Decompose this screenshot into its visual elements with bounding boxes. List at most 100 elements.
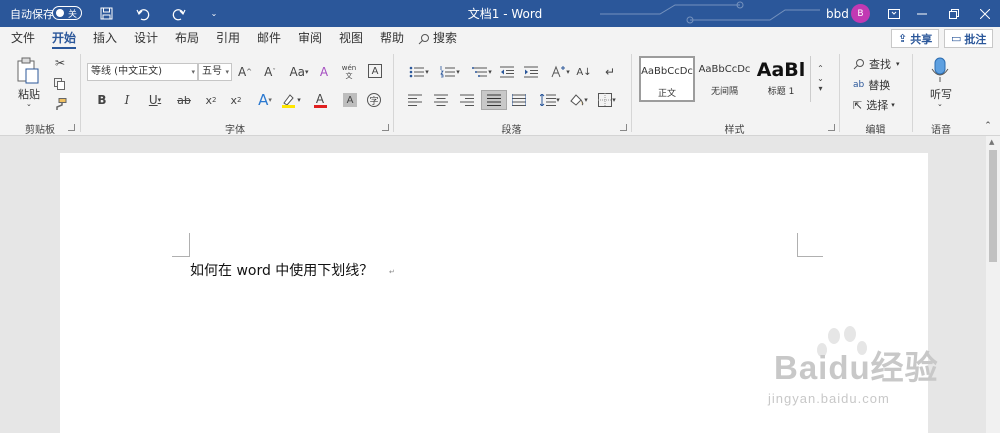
dictate-dropdown-icon[interactable]: ⌄ [937, 100, 943, 108]
replace-icon: ab [853, 80, 865, 90]
scroll-thumb[interactable] [989, 150, 997, 262]
paragraph-launcher-icon[interactable] [620, 124, 627, 131]
minimize-icon[interactable] [914, 0, 930, 27]
strikethrough-icon[interactable]: ab [175, 92, 193, 108]
font-color-icon[interactable]: A [309, 91, 331, 109]
justify-icon[interactable] [481, 90, 507, 110]
select-button[interactable]: ⇱ 选择 ▾ [853, 97, 895, 113]
character-border-icon[interactable]: A [368, 64, 382, 78]
redo-icon[interactable] [171, 0, 187, 27]
shrink-font-icon[interactable]: Aˇ [263, 64, 277, 80]
style-no-spacing[interactable]: AaBbCcDc 无间隔 [697, 56, 752, 102]
align-center-icon[interactable] [434, 92, 448, 108]
style-name: 标题 1 [767, 87, 795, 97]
undo-icon[interactable] [135, 0, 151, 27]
styles-launcher-icon[interactable] [828, 124, 835, 131]
sort-icon[interactable]: A↓ [576, 64, 591, 80]
scroll-up-icon[interactable]: ▲ [989, 138, 994, 146]
close-icon[interactable] [977, 0, 993, 27]
document-text[interactable]: 如何在 word 中使用下划线？ [190, 260, 373, 280]
superscript-icon[interactable]: x2 [229, 92, 243, 108]
font-size-combo[interactable]: 五号 ▾ [198, 63, 232, 81]
decrease-indent-icon[interactable] [500, 64, 514, 80]
circuit-decoration [600, 1, 820, 24]
save-icon[interactable] [98, 0, 114, 27]
tab-help[interactable]: 帮助 [380, 27, 404, 50]
subscript-icon[interactable]: x2 [204, 92, 218, 108]
cursor-icon: ⇱ [853, 98, 863, 112]
collapse-ribbon-icon[interactable]: ⌃ [982, 120, 994, 132]
styles-more-icon[interactable]: ⌃ ⌄ ▾ [810, 56, 830, 102]
align-right-icon[interactable] [460, 92, 474, 108]
multilevel-list-icon[interactable]: ▾ [470, 64, 494, 80]
shading-icon[interactable]: ▾ [566, 92, 590, 108]
clear-formatting-icon[interactable]: A [316, 64, 332, 80]
style-name: 无间隔 [710, 87, 738, 97]
tab-layout[interactable]: 布局 [175, 27, 199, 50]
tab-view[interactable]: 视图 [339, 27, 363, 50]
show-formatting-marks-icon[interactable]: ↵ [603, 64, 617, 80]
replace-button[interactable]: ab 替换 [853, 77, 890, 93]
bullets-icon[interactable]: ▾ [407, 64, 431, 80]
style-heading-1[interactable]: AaBl 标题 1 [754, 56, 808, 102]
crop-mark [172, 233, 190, 257]
comments-button[interactable]: ▭ 批注 [944, 29, 994, 48]
restore-icon[interactable] [946, 0, 962, 27]
phonetic-bottom: 文 [345, 72, 353, 80]
editing-group-label: 编辑 [865, 125, 886, 136]
italic-icon[interactable]: I [120, 92, 134, 108]
find-label: 查找 [869, 58, 891, 71]
text-effects-icon[interactable]: A ▾ [254, 91, 276, 109]
paragraph-group-label: 段落 [501, 125, 522, 136]
copy-icon[interactable] [53, 77, 67, 91]
style-name: 正文 [657, 89, 676, 99]
increase-indent-icon[interactable] [524, 64, 538, 80]
font-name-combo[interactable]: 等线 (中文正文) ▾ [87, 63, 198, 81]
tab-file[interactable]: 文件 [11, 27, 35, 50]
tab-design[interactable]: 设计 [134, 27, 158, 50]
toggle-knob [56, 9, 64, 17]
tab-insert[interactable]: 插入 [93, 27, 117, 50]
clipboard-launcher-icon[interactable] [68, 124, 75, 131]
grow-font-icon[interactable]: A ^ [238, 64, 252, 80]
share-button[interactable]: ⇪ 共享 [891, 29, 940, 48]
character-shading-icon[interactable]: A [343, 93, 357, 107]
format-painter-icon[interactable] [53, 97, 67, 111]
numbering-icon[interactable]: ▾ [438, 64, 462, 80]
borders-icon[interactable]: ▾ [594, 92, 620, 108]
asian-layout-icon[interactable]: ▾ [548, 64, 572, 80]
find-button[interactable]: 查找 ▾ [853, 56, 900, 72]
paragraph-mark: ↵ [389, 268, 395, 276]
tab-review[interactable]: 审阅 [298, 27, 322, 50]
vertical-scrollbar[interactable]: ▲ [986, 136, 1000, 433]
enclose-characters-icon[interactable]: 字 [367, 93, 381, 107]
customize-qat-icon[interactable]: ⌄ [208, 0, 220, 27]
avatar[interactable]: B [851, 4, 870, 23]
bold-icon[interactable]: B [95, 92, 109, 108]
autosave-toggle[interactable]: 关 [52, 6, 82, 20]
style-normal[interactable]: AaBbCcDc 正文 [639, 56, 695, 102]
highlight-icon[interactable]: ▾ [280, 91, 302, 109]
autosave-state: 关 [68, 9, 78, 20]
underline-icon[interactable]: U ▾ [145, 92, 165, 108]
crop-mark [797, 233, 823, 257]
phonetic-guide-icon[interactable]: wén 文 [341, 62, 357, 82]
tab-home[interactable]: 开始 [52, 27, 77, 50]
user-name[interactable]: bbd [826, 0, 849, 27]
tab-mailings[interactable]: 邮件 [257, 27, 281, 50]
ribbon: 粘贴 ⌄ ✂ 剪贴板 等线 (中文正文) ▾ 五号 ▾ A ^ Aˇ Aa ▾ A wé… [0, 50, 1000, 136]
distributed-icon[interactable] [512, 92, 526, 108]
align-left-icon[interactable] [408, 92, 422, 108]
microphone-icon[interactable] [929, 56, 951, 84]
paste-icon[interactable] [14, 56, 42, 86]
search-box[interactable]: 搜索 [418, 27, 457, 50]
ribbon-display-icon[interactable] [886, 0, 902, 27]
change-case-icon[interactable]: Aa ▾ [288, 64, 310, 80]
cut-icon[interactable]: ✂ [53, 56, 67, 70]
tab-references[interactable]: 引用 [216, 27, 240, 50]
line-spacing-icon[interactable]: ▾ [538, 92, 562, 108]
font-launcher-icon[interactable] [382, 124, 389, 131]
paste-dropdown-icon[interactable]: ⌄ [26, 100, 32, 108]
search-icon [853, 59, 864, 70]
menu-bar: 文件 开始 插入 设计 布局 引用 邮件 审阅 视图 帮助 搜索 ⇪ 共享 ▭ … [0, 27, 1000, 50]
